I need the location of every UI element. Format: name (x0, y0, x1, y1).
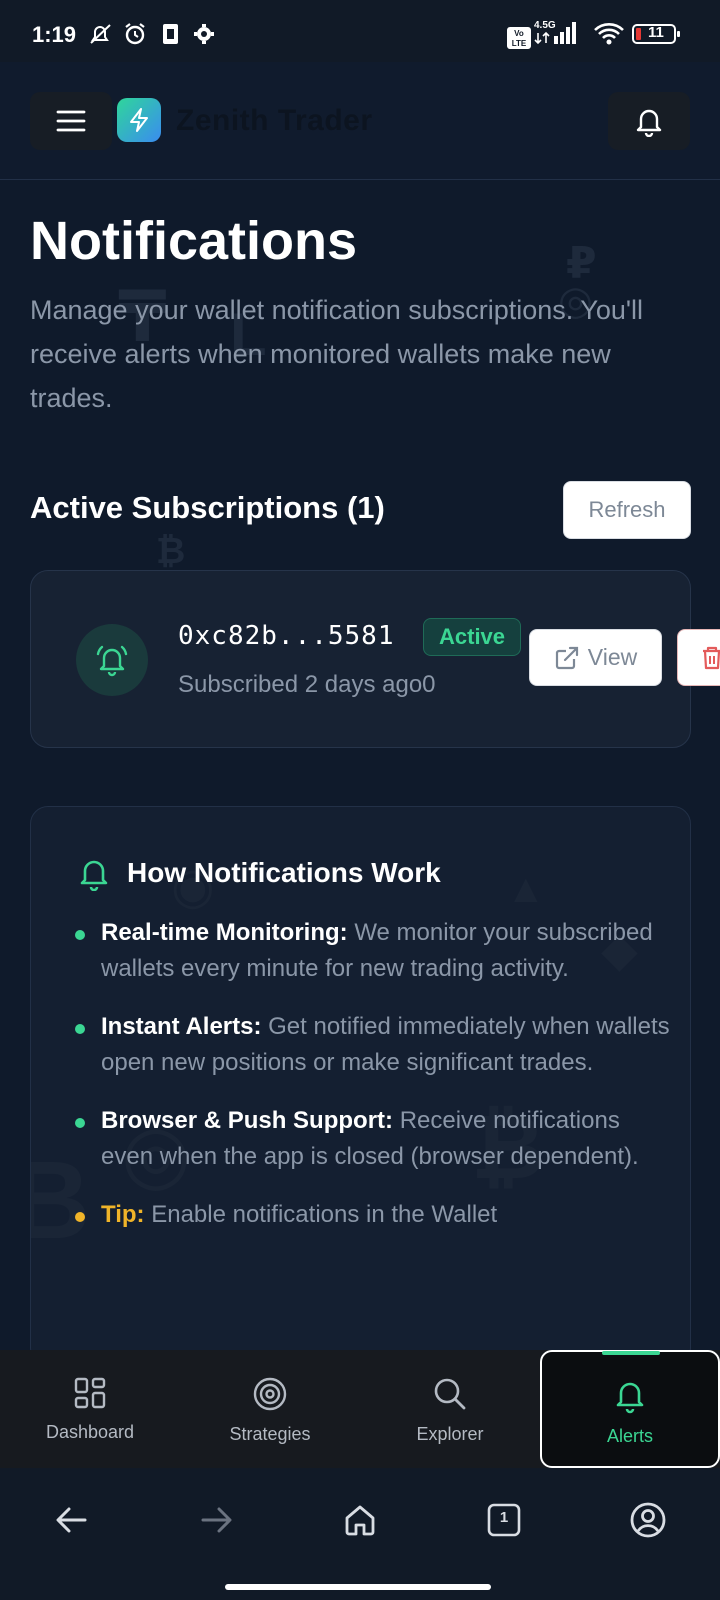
app-logo[interactable] (117, 98, 161, 142)
app-header: Zenith Trader (0, 62, 720, 180)
bottom-tab-bar: Dashboard Strategies Explorer Alerts (0, 1350, 720, 1468)
tabs-button[interactable]: 1 (482, 1498, 526, 1542)
arrow-left-icon (56, 1507, 87, 1533)
list-item: Browser & Push Support: Receive notifica… (71, 1103, 671, 1175)
home-icon (345, 1505, 375, 1536)
page-title: Notifications (30, 211, 358, 271)
how-notifications-list: Real-time Monitoring: We monitor your su… (71, 915, 671, 1255)
bell-ring-icon (96, 645, 128, 677)
view-label: View (587, 644, 638, 670)
list-item: Real-time Monitoring: We monitor your su… (71, 915, 671, 987)
delete-subscription-button[interactable] (677, 629, 720, 686)
home-button[interactable] (338, 1498, 382, 1542)
external-link-icon (555, 646, 578, 669)
active-tab-indicator (602, 1351, 660, 1355)
refresh-button[interactable]: Refresh (563, 481, 691, 539)
wifi-icon (593, 22, 625, 46)
list-item: Instant Alerts: Get notified immediately… (71, 1009, 671, 1081)
account-icon (630, 1502, 666, 1538)
item-label: Tip: (101, 1201, 145, 1228)
back-button[interactable] (50, 1498, 94, 1542)
mute-icon (88, 22, 114, 46)
tab-label: Dashboard (45, 1422, 135, 1442)
bullet-dot (75, 1212, 85, 1222)
how-notifications-title: How Notifications Work (127, 857, 441, 888)
menu-icon (56, 110, 86, 132)
tab-label: Strategies (229, 1424, 311, 1444)
tab-label: Alerts (606, 1426, 653, 1446)
item-label: Browser & Push Support: (101, 1107, 394, 1134)
alarm-icon (122, 22, 148, 46)
tab-label: Explorer (416, 1424, 484, 1444)
svg-text:Vo: Vo (514, 29, 524, 38)
status-bar: 1:19 Vo LTE 4.5G 11 (0, 0, 720, 62)
bell-icon (636, 109, 662, 137)
sim-icon (160, 22, 182, 46)
tab-count: 1 (499, 1509, 509, 1526)
trash-icon (703, 646, 720, 669)
forward-button[interactable] (194, 1498, 238, 1542)
item-label: Real-time Monitoring: (101, 919, 348, 946)
search-icon (434, 1378, 466, 1410)
decor-ruble-icon: ₽ (566, 239, 597, 288)
list-item: Tip: Enable notifications in the Wallet (71, 1197, 671, 1233)
bullet-dot (75, 1024, 85, 1034)
tab-strategies[interactable]: Strategies (180, 1350, 360, 1468)
subscription-avatar (76, 624, 148, 696)
tab-explorer[interactable]: Explorer (360, 1350, 540, 1468)
home-gesture-pill[interactable] (225, 1584, 491, 1590)
view-wallet-button[interactable]: View (529, 629, 662, 686)
item-text: Enable notifications in the Wallet (144, 1201, 498, 1228)
status-badge: Active (423, 618, 522, 656)
status-time: 1:19 (32, 22, 77, 47)
tab-alerts[interactable]: Alerts (540, 1350, 720, 1468)
svg-text:LTE: LTE (512, 39, 527, 48)
notifications-button[interactable] (608, 92, 690, 150)
page-subtitle: Manage your wallet notification subscrip… (30, 295, 644, 413)
wallet-address: 0xc82b...5581 (178, 621, 395, 651)
signal-icon: 4.5G (534, 20, 582, 45)
arrow-right-icon (201, 1507, 232, 1533)
menu-button[interactable] (30, 92, 112, 150)
bullet-dot (75, 1118, 85, 1128)
item-label: Instant Alerts: (101, 1013, 262, 1040)
tab-dashboard[interactable]: Dashboard (0, 1350, 180, 1468)
decor-bitcoin-icon: ₿ (156, 530, 186, 571)
settings-gear-icon (192, 22, 216, 46)
battery-level: 11 (648, 24, 664, 41)
grid-icon (74, 1377, 106, 1409)
bell-icon (616, 1382, 644, 1414)
account-button[interactable] (626, 1498, 670, 1542)
decor-triangle-icon: ▲ (506, 867, 546, 911)
brand-name: Zenith Trader (176, 104, 373, 137)
target-icon (253, 1377, 287, 1411)
svg-text:4.5G: 4.5G (534, 20, 556, 31)
subscribed-time: Subscribed 2 days ago0 (178, 671, 436, 698)
active-subscriptions-heading: Active Subscriptions (1) (30, 490, 385, 525)
volte-icon: Vo LTE (507, 26, 531, 50)
bullet-dot (75, 930, 85, 940)
bell-icon (77, 855, 111, 896)
how-notifications-work-card: ◉ ▲ ◆ B ◎ ₿ How Notifications Work Real-… (30, 806, 691, 1366)
system-navigation-bar: 1 (0, 1468, 720, 1600)
lightning-icon (130, 108, 148, 132)
